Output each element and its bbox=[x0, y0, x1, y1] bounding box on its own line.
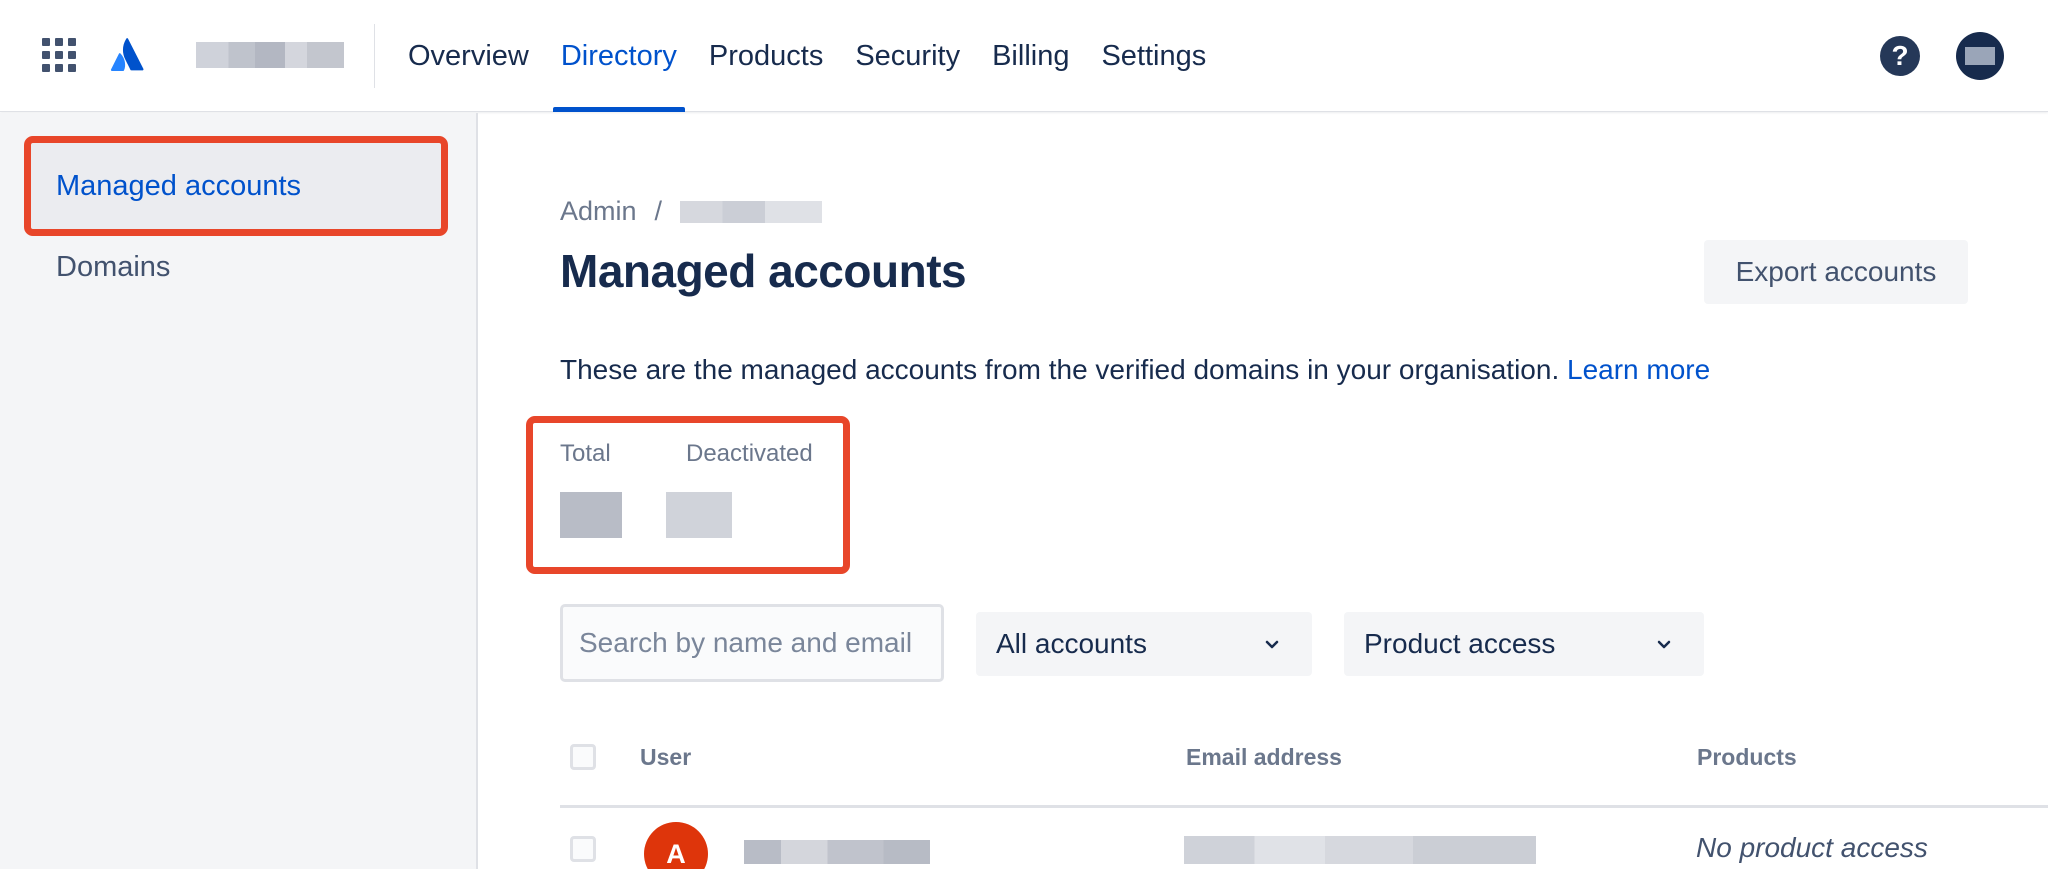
column-header-products[interactable]: Products bbox=[1697, 744, 1797, 771]
column-header-user[interactable]: User bbox=[640, 744, 691, 771]
accounts-filter-select[interactable]: All accounts bbox=[976, 612, 1312, 676]
sidebar-item-managed-accounts[interactable]: Managed accounts bbox=[28, 143, 444, 229]
breadcrumb: Admin / bbox=[560, 196, 823, 227]
nav-divider bbox=[374, 24, 375, 88]
product-access-status: No product access bbox=[1696, 832, 1928, 863]
tab-directory[interactable]: Directory bbox=[545, 0, 693, 112]
product-access-select[interactable]: Product access bbox=[1344, 612, 1704, 676]
table-row[interactable]: A No product access bbox=[560, 810, 2048, 869]
organization-name-redacted bbox=[196, 42, 344, 68]
accounts-filter-value: All accounts bbox=[996, 628, 1147, 659]
stat-total-label: Total bbox=[560, 440, 611, 467]
export-accounts-button[interactable]: Export accounts bbox=[1704, 240, 1968, 304]
avatar-redacted bbox=[1965, 47, 1995, 65]
chevron-down-icon bbox=[1265, 640, 1279, 649]
atlassian-logo-icon[interactable] bbox=[108, 34, 148, 74]
column-header-email[interactable]: Email address bbox=[1186, 744, 1342, 771]
avatar: A bbox=[644, 822, 708, 869]
tab-products[interactable]: Products bbox=[693, 0, 839, 112]
table-header: User Email address Products bbox=[560, 730, 2048, 808]
user-email-redacted bbox=[1184, 836, 1536, 864]
stat-deactivated-value-redacted bbox=[666, 492, 732, 538]
row-checkbox[interactable] bbox=[570, 836, 596, 862]
stat-total-value-redacted bbox=[560, 492, 622, 538]
tab-security[interactable]: Security bbox=[839, 0, 976, 112]
tab-overview[interactable]: Overview bbox=[392, 0, 545, 112]
description-text: These are the managed accounts from the … bbox=[560, 354, 1560, 385]
breadcrumb-separator: / bbox=[654, 196, 663, 226]
app-switcher-icon[interactable] bbox=[42, 38, 76, 72]
search-input[interactable] bbox=[560, 604, 944, 682]
chevron-down-icon bbox=[1657, 640, 1671, 649]
user-avatar[interactable] bbox=[1956, 32, 2004, 80]
product-access-value: Product access bbox=[1364, 628, 1556, 659]
tab-billing[interactable]: Billing bbox=[976, 0, 1085, 112]
user-name-redacted[interactable] bbox=[744, 840, 930, 864]
page-description: These are the managed accounts from the … bbox=[560, 354, 1710, 386]
tab-settings[interactable]: Settings bbox=[1085, 0, 1222, 112]
sidebar: Managed accounts Domains bbox=[0, 113, 478, 869]
breadcrumb-org-redacted[interactable] bbox=[680, 200, 823, 223]
learn-more-link[interactable]: Learn more bbox=[1567, 354, 1710, 385]
main-nav: Overview Directory Products Security Bil… bbox=[392, 0, 1222, 112]
sidebar-item-domains[interactable]: Domains bbox=[28, 224, 444, 310]
help-icon[interactable]: ? bbox=[1880, 36, 1920, 76]
select-all-checkbox[interactable] bbox=[570, 744, 596, 770]
stat-deactivated-label: Deactivated bbox=[686, 440, 813, 467]
breadcrumb-admin[interactable]: Admin bbox=[560, 196, 637, 227]
page-title: Managed accounts bbox=[560, 245, 967, 297]
top-navigation: Overview Directory Products Security Bil… bbox=[0, 0, 2048, 112]
